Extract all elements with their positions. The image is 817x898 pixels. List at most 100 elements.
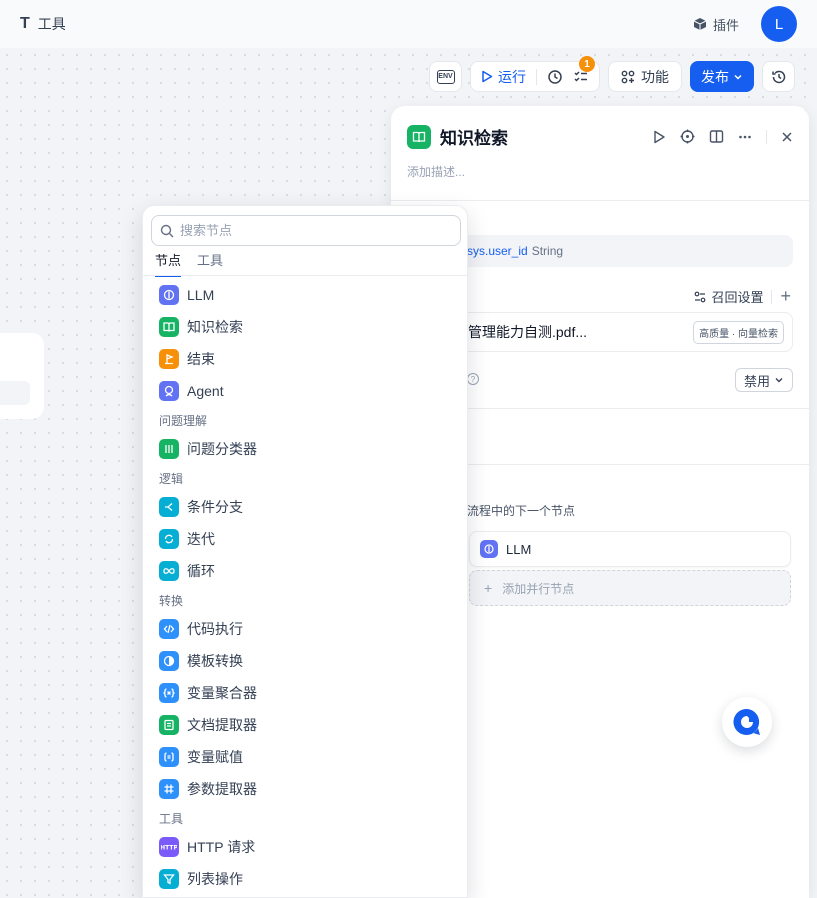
cube-icon <box>693 18 707 30</box>
play-icon <box>482 70 493 83</box>
node-group-header: 工具 <box>159 811 184 826</box>
next-node-name: LLM <box>506 541 532 557</box>
book-open-icon[interactable] <box>709 129 724 144</box>
node-option-label: 变量赋值 <box>187 749 243 765</box>
node-option-label: 循环 <box>187 563 215 579</box>
node-option[interactable]: HTTP HTTP 请求 <box>143 831 469 863</box>
history-run-icon[interactable] <box>547 69 563 85</box>
plugin-button[interactable]: 插件 <box>693 15 739 34</box>
node-option[interactable]: 条件分支 <box>143 491 469 523</box>
node-option-label: 代码执行 <box>187 621 243 637</box>
next-node-item[interactable]: LLM <box>469 531 791 567</box>
node-picker-dropdown: 节点 工具 LLM 知识检索结束 Agent 问题理解问题分类器逻辑条件分支迭代循环转… <box>142 205 469 898</box>
next-node-label: 流程中的下一个节点 <box>467 504 576 518</box>
template-icon <box>159 651 179 671</box>
env-icon: ENV <box>436 69 455 84</box>
node-option[interactable]: 结束 <box>143 343 469 375</box>
tab-nodes[interactable]: 节点 <box>155 250 182 277</box>
publish-label: 发布 <box>701 68 729 85</box>
recall-settings-label: 召回设置 <box>711 290 764 305</box>
node-option[interactable]: 问题分类器 <box>143 433 469 465</box>
run-node-icon[interactable] <box>652 130 666 144</box>
node-option-label: 知识检索 <box>187 319 243 335</box>
node-option[interactable]: 代码执行 <box>143 613 469 645</box>
node-option-label: HTTP 请求 <box>187 839 256 855</box>
node-option-label: 迭代 <box>187 531 215 547</box>
canvas-node-partial[interactable] <box>0 333 44 419</box>
node-option[interactable]: 变量聚合器 <box>143 677 469 709</box>
code-icon <box>159 619 179 639</box>
run-label: 运行 <box>498 68 526 85</box>
node-option[interactable]: 参数提取器 <box>143 773 469 805</box>
checklist-badge: 1 <box>579 56 595 72</box>
node-option-label: Agent <box>187 383 224 399</box>
publish-button[interactable]: 发布 <box>690 61 754 92</box>
node-option-label: 模板转换 <box>187 653 243 669</box>
node-option-label: 参数提取器 <box>187 781 257 797</box>
svg-text:HTTP: HTTP <box>161 845 177 852</box>
node-group-header: 问题理解 <box>159 413 208 428</box>
node-option[interactable]: 循环 <box>143 555 469 587</box>
panel-title[interactable]: 知识检索 <box>440 124 508 149</box>
http-icon: HTTP <box>159 837 179 857</box>
node-option[interactable]: 知识检索 <box>143 311 469 343</box>
tab-tools[interactable]: 工具 <box>197 250 223 277</box>
metadata-filter-select[interactable]: 禁用 <box>734 368 793 392</box>
chevron-down-icon <box>734 74 742 80</box>
classifier-icon <box>159 439 179 459</box>
filter-icon <box>159 869 179 889</box>
version-history-button[interactable] <box>762 61 795 92</box>
loop-icon <box>159 561 179 581</box>
function-label: 功能 <box>641 68 669 85</box>
add-parallel-node-button[interactable]: + 添加并行节点 <box>469 570 791 606</box>
env-button[interactable]: ENV <box>429 61 462 92</box>
grid-icon <box>621 70 635 83</box>
settings-sliders-icon <box>695 291 706 302</box>
app-title: 工具 <box>37 16 66 32</box>
node-option[interactable]: 变量赋值 <box>143 741 469 773</box>
description-placeholder[interactable]: 添加描述... <box>391 149 809 180</box>
node-option[interactable]: 迭代 <box>143 523 469 555</box>
add-parallel-label: 添加并行节点 <box>502 581 575 596</box>
avatar[interactable]: L <box>761 6 797 42</box>
node-option[interactable]: 文档提取器 <box>143 709 469 741</box>
document-icon <box>159 715 179 735</box>
chat-support-button[interactable] <box>722 697 772 747</box>
node-option-label: 结束 <box>187 351 215 367</box>
aggregator-icon <box>159 683 179 703</box>
function-button[interactable]: 功能 <box>608 61 682 92</box>
node-option-label: 问题分类器 <box>187 441 257 457</box>
node-option-label: 变量聚合器 <box>187 685 257 701</box>
node-list: LLM 知识检索结束 Agent 问题理解问题分类器 逻辑条件分支迭代循环 转换 代码执行模… <box>143 279 469 895</box>
query-variable[interactable]: sys.user_id String <box>431 235 793 267</box>
node-option[interactable]: LLM <box>143 279 469 311</box>
plus-icon: + <box>484 580 493 596</box>
add-knowledge-icon[interactable]: + <box>780 286 791 307</box>
recall-settings-button[interactable]: 召回设置 <box>694 287 763 306</box>
plugin-label: 插件 <box>712 17 739 33</box>
knowledge-item[interactable]: 管理能力自测.pdf... 高质量 · 向量检索 <box>431 312 793 352</box>
node-group-header: 逻辑 <box>159 471 184 486</box>
knowledge-icon <box>407 124 431 149</box>
node-option[interactable]: Agent <box>143 375 469 407</box>
llm-icon <box>480 540 498 558</box>
more-icon[interactable] <box>738 130 752 144</box>
disable-label: 禁用 <box>743 373 770 389</box>
llm-icon <box>159 285 179 305</box>
assign-icon <box>159 747 179 767</box>
run-button[interactable]: 运行 <box>481 67 526 87</box>
search-input[interactable] <box>180 223 450 238</box>
node-group-header: 转换 <box>159 593 184 608</box>
node-option[interactable]: 模板转换 <box>143 645 469 677</box>
search-icon <box>160 224 174 237</box>
node-option[interactable]: 列表操作 <box>143 863 469 895</box>
knowledge-tag: 高质量 · 向量检索 <box>693 320 784 344</box>
knowledge-name: 管理能力自测.pdf... <box>468 324 588 340</box>
parameter-icon <box>159 779 179 799</box>
end-icon <box>159 349 179 369</box>
chat-bubble-icon <box>733 708 760 735</box>
close-icon[interactable] <box>781 131 793 143</box>
target-icon[interactable] <box>680 129 695 144</box>
variable-name: sys.user_id <box>467 244 528 258</box>
workflow-toolbar: ENV 运行 1 功能 发布 <box>429 56 795 92</box>
